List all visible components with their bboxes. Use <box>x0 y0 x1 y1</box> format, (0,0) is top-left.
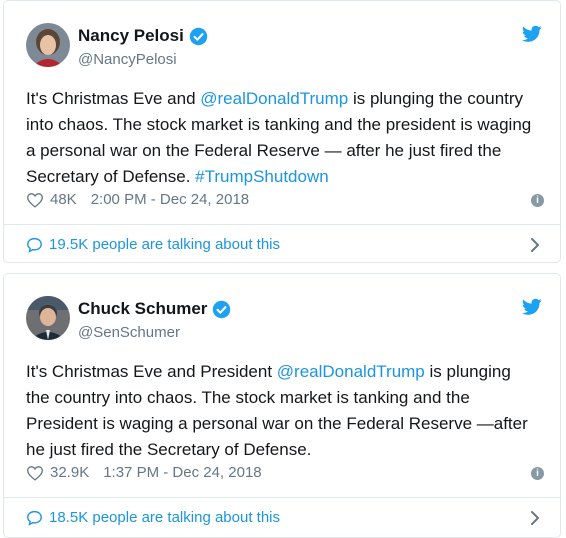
tweet-meta-row: 32.9K 1:37 PM - Dec 24, 2018 <box>26 464 262 481</box>
tweet-text: It's Christmas Eve and President @realDo… <box>26 359 538 463</box>
mention-link[interactable]: @realDonaldTrump <box>277 362 425 381</box>
tweet-card[interactable]: Nancy Pelosi @NancyPelosi It's Christmas… <box>3 0 561 263</box>
divider <box>4 224 560 225</box>
like-count[interactable]: 32.9K <box>50 464 89 481</box>
tweet-meta-row: 48K 2:00 PM - Dec 24, 2018 <box>26 191 249 208</box>
like-count[interactable]: 48K <box>50 191 77 208</box>
author-name[interactable]: Chuck Schumer <box>78 299 207 319</box>
talking-about-link[interactable]: 19.5K people are talking about this <box>26 236 280 253</box>
verified-badge-icon <box>213 300 231 318</box>
talking-about-text[interactable]: 18.5K people are talking about this <box>49 509 280 526</box>
tweet-text-segment: It's Christmas Eve and President <box>26 362 277 381</box>
info-icon[interactable]: i <box>531 194 544 207</box>
tweet-text-segment: It's Christmas Eve and <box>26 89 201 108</box>
tweet-text: It's Christmas Eve and @realDonaldTrump … <box>26 86 538 190</box>
avatar[interactable] <box>26 296 70 340</box>
tweet-card[interactable]: Chuck Schumer @SenSchumer It's Christmas… <box>3 273 561 538</box>
divider <box>4 497 560 498</box>
author-name[interactable]: Nancy Pelosi <box>78 26 184 46</box>
talking-about-link[interactable]: 18.5K people are talking about this <box>26 509 280 526</box>
avatar[interactable] <box>26 23 70 67</box>
comment-bubble-icon <box>27 237 42 253</box>
heart-icon[interactable] <box>26 192 44 208</box>
author-handle[interactable]: @NancyPelosi <box>78 51 177 68</box>
talking-about-text[interactable]: 19.5K people are talking about this <box>49 236 280 253</box>
chevron-right-icon[interactable] <box>530 237 540 253</box>
comment-bubble-icon <box>27 510 42 526</box>
chevron-right-icon[interactable] <box>530 510 540 526</box>
mention-link[interactable]: @realDonaldTrump <box>200 89 348 108</box>
twitter-bird-icon[interactable] <box>522 298 542 316</box>
heart-icon[interactable] <box>26 465 44 481</box>
hashtag-link[interactable]: #TrumpShutdown <box>195 167 329 186</box>
timestamp[interactable]: 1:37 PM - Dec 24, 2018 <box>103 464 261 481</box>
author-name-row[interactable]: Chuck Schumer <box>78 299 231 319</box>
verified-badge-icon <box>189 27 208 45</box>
info-icon[interactable]: i <box>531 467 544 480</box>
author-name-row[interactable]: Nancy Pelosi <box>78 26 208 46</box>
twitter-bird-icon[interactable] <box>522 25 542 43</box>
timestamp[interactable]: 2:00 PM - Dec 24, 2018 <box>91 191 249 208</box>
author-handle[interactable]: @SenSchumer <box>78 324 180 341</box>
